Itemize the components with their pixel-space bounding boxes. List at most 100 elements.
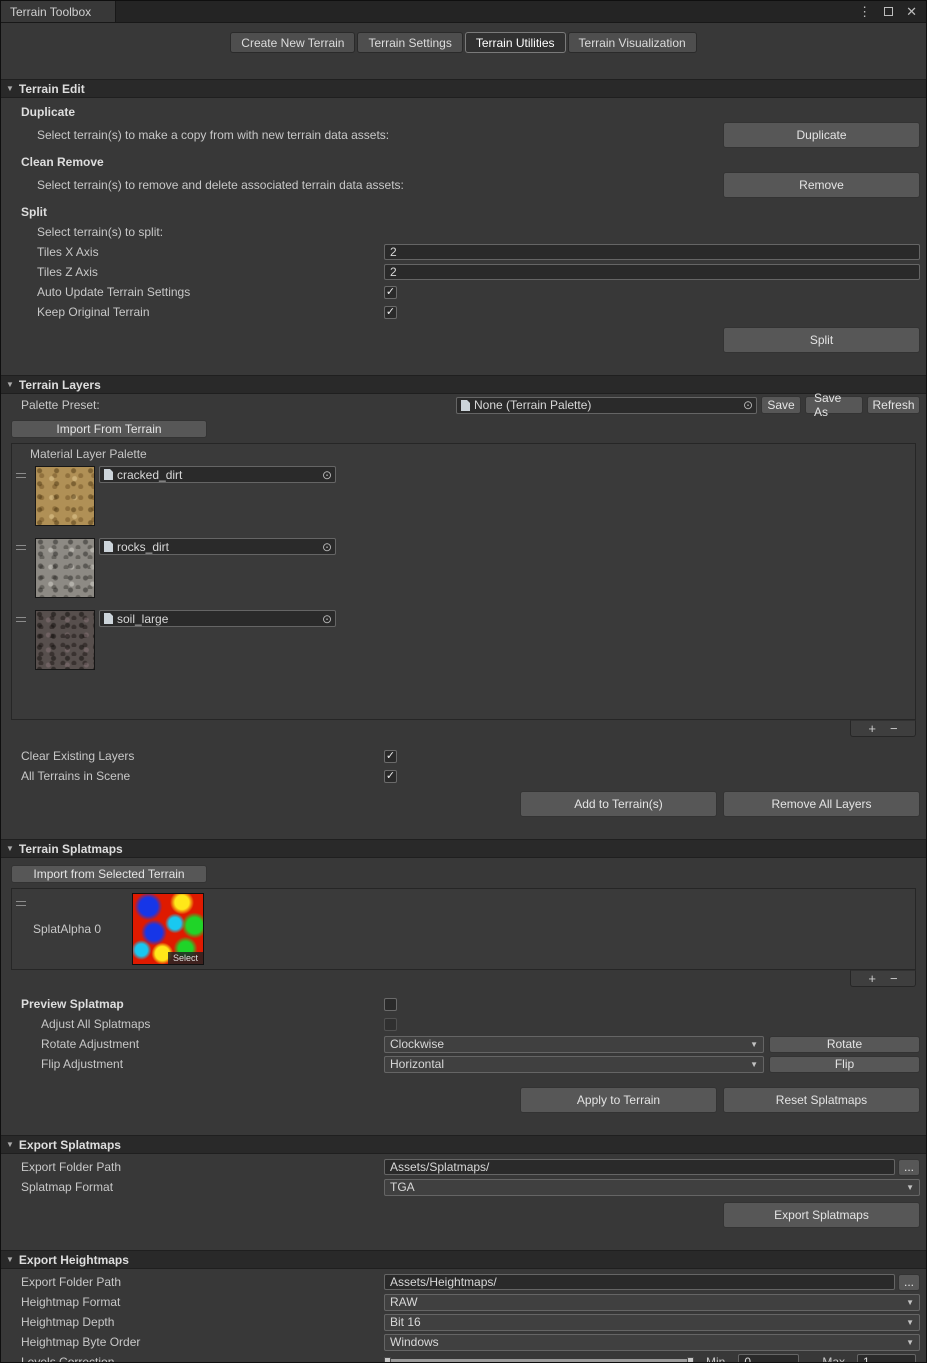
max-label: Max (822, 1355, 845, 1363)
heightmap-browse-button[interactable]: ... (898, 1274, 920, 1291)
min-input[interactable] (738, 1354, 799, 1363)
object-picker-icon[interactable]: ⊙ (322, 469, 332, 481)
tiles-x-input[interactable] (384, 244, 920, 260)
layer-name: cracked_dirt (117, 468, 182, 482)
adjust-all-checkbox[interactable] (384, 1018, 397, 1031)
save-button[interactable]: Save (761, 396, 801, 414)
heightmap-format-dropdown[interactable]: RAW ▼ (384, 1294, 920, 1311)
object-picker-icon[interactable]: ⊙ (743, 399, 753, 411)
remove-button[interactable]: Remove (723, 172, 920, 198)
flip-adjustment-dropdown[interactable]: Horizontal ▼ (384, 1056, 764, 1073)
height-folder-label: Export Folder Path (21, 1275, 384, 1289)
heightmap-byte-order-dropdown[interactable]: Windows ▼ (384, 1334, 920, 1351)
heightmap-depth-dropdown[interactable]: Bit 16 ▼ (384, 1314, 920, 1331)
tab-terrain-utilities[interactable]: Terrain Utilities (465, 32, 566, 53)
duplicate-subsection: Duplicate (1, 102, 926, 122)
splatmap-thumbnail[interactable]: Select (132, 893, 204, 965)
export-splatmaps-button[interactable]: Export Splatmaps (723, 1202, 920, 1228)
import-from-terrain-button[interactable]: Import From Terrain (11, 420, 207, 438)
add-to-terrains-button[interactable]: Add to Terrain(s) (520, 791, 717, 817)
drag-handle-icon[interactable] (16, 617, 26, 622)
layer-field[interactable]: soil_large ⊙ (99, 610, 336, 627)
export-splatmap-folder-input[interactable] (384, 1159, 895, 1175)
levels-correction-slider[interactable] (384, 1355, 694, 1363)
palette-buttons: Save Save As Refresh (761, 396, 920, 414)
tiles-x-label: Tiles X Axis (37, 245, 384, 259)
palette-preset-label: Palette Preset: (21, 398, 456, 412)
section-title: Export Splatmaps (19, 1138, 121, 1152)
foldout-icon: ▼ (6, 380, 14, 389)
splatmap-select-button[interactable]: Select (168, 952, 203, 964)
layer-field[interactable]: cracked_dirt ⊙ (99, 466, 336, 483)
adjust-all-label: Adjust All Splatmaps (41, 1017, 384, 1031)
split-description: Select terrain(s) to split: (37, 225, 163, 239)
section-terrain-splatmaps[interactable]: ▼ Terrain Splatmaps (1, 839, 926, 858)
apply-to-terrain-button[interactable]: Apply to Terrain (520, 1087, 717, 1113)
rotate-adjustment-dropdown[interactable]: Clockwise ▼ (384, 1036, 764, 1053)
height-depth-row: Heightmap Depth Bit 16 ▼ (1, 1312, 926, 1332)
chevron-down-icon: ▼ (906, 1338, 914, 1347)
remove-layer-button[interactable]: − (890, 722, 898, 735)
layer-thumbnail[interactable] (35, 466, 95, 526)
tab-terrain-visualization[interactable]: Terrain Visualization (568, 32, 697, 53)
section-export-splatmaps[interactable]: ▼ Export Splatmaps (1, 1135, 926, 1154)
palette-preset-field[interactable]: None (Terrain Palette) ⊙ (456, 397, 757, 414)
splat-add-button[interactable]: + (868, 972, 876, 985)
max-input[interactable] (857, 1354, 916, 1363)
slider-min-handle[interactable] (384, 1357, 391, 1363)
section-terrain-edit[interactable]: ▼ Terrain Edit (1, 79, 926, 98)
layer-thumbnail[interactable] (35, 538, 95, 598)
tiles-z-input[interactable] (384, 264, 920, 280)
layer-thumbnail[interactable] (35, 610, 95, 670)
section-export-heightmaps[interactable]: ▼ Export Heightmaps (1, 1250, 926, 1269)
drag-handle-icon[interactable] (16, 545, 26, 550)
menu-icon[interactable]: ⋮ (858, 5, 871, 18)
splatmap-browse-button[interactable]: ... (898, 1159, 920, 1176)
section-terrain-layers[interactable]: ▼ Terrain Layers (1, 375, 926, 394)
maximize-icon[interactable] (884, 7, 893, 16)
drag-handle-icon[interactable] (16, 901, 26, 906)
window-tab[interactable]: Terrain Toolbox (1, 1, 116, 22)
clean-remove-subsection: Clean Remove (1, 152, 926, 172)
auto-update-checkbox[interactable]: ✓ (384, 286, 397, 299)
splat-remove-button[interactable]: − (890, 972, 898, 985)
palette-preset-value: None (Terrain Palette) (474, 398, 591, 412)
min-label: Min (706, 1355, 725, 1363)
add-layer-button[interactable]: + (868, 722, 876, 735)
chevron-down-icon: ▼ (906, 1298, 914, 1307)
tab-terrain-settings[interactable]: Terrain Settings (357, 32, 462, 53)
clear-existing-checkbox[interactable]: ✓ (384, 750, 397, 763)
object-picker-icon[interactable]: ⊙ (322, 541, 332, 553)
rotate-adjustment-value: Clockwise (390, 1037, 444, 1051)
chevron-down-icon: ▼ (906, 1318, 914, 1327)
keep-original-checkbox[interactable]: ✓ (384, 306, 397, 319)
duplicate-button[interactable]: Duplicate (723, 122, 920, 148)
tab-create-new-terrain[interactable]: Create New Terrain (230, 32, 355, 53)
palette-preset-row: Palette Preset: None (Terrain Palette) ⊙… (1, 394, 926, 416)
save-as-button[interactable]: Save As (805, 396, 863, 414)
split-subsection: Split (1, 202, 926, 222)
splat-list-footer: + − (850, 970, 916, 987)
reset-splatmaps-button[interactable]: Reset Splatmaps (723, 1087, 920, 1113)
rotate-button[interactable]: Rotate (769, 1036, 920, 1053)
import-from-selected-terrain-button[interactable]: Import from Selected Terrain (11, 865, 207, 883)
flip-button[interactable]: Flip (769, 1056, 920, 1073)
clear-existing-row: Clear Existing Layers ✓ (1, 746, 926, 766)
export-heightmap-folder-input[interactable] (384, 1274, 895, 1290)
slider-track[interactable] (384, 1359, 694, 1363)
layer-field[interactable]: rocks_dirt ⊙ (99, 538, 336, 555)
slider-max-handle[interactable] (687, 1357, 694, 1363)
all-terrains-checkbox[interactable]: ✓ (384, 770, 397, 783)
splatmap-format-dropdown[interactable]: TGA ▼ (384, 1179, 920, 1196)
chevron-down-icon: ▼ (750, 1040, 758, 1049)
layer-row: rocks_dirt ⊙ (12, 535, 915, 607)
drag-handle-icon[interactable] (16, 473, 26, 478)
asset-icon (104, 613, 113, 624)
refresh-button[interactable]: Refresh (867, 396, 920, 414)
object-picker-icon[interactable]: ⊙ (322, 613, 332, 625)
remove-all-layers-button[interactable]: Remove All Layers (723, 791, 920, 817)
split-button[interactable]: Split (723, 327, 920, 353)
layer-row: soil_large ⊙ (12, 607, 915, 679)
preview-splatmap-checkbox[interactable] (384, 998, 397, 1011)
close-icon[interactable]: ✕ (906, 5, 917, 18)
